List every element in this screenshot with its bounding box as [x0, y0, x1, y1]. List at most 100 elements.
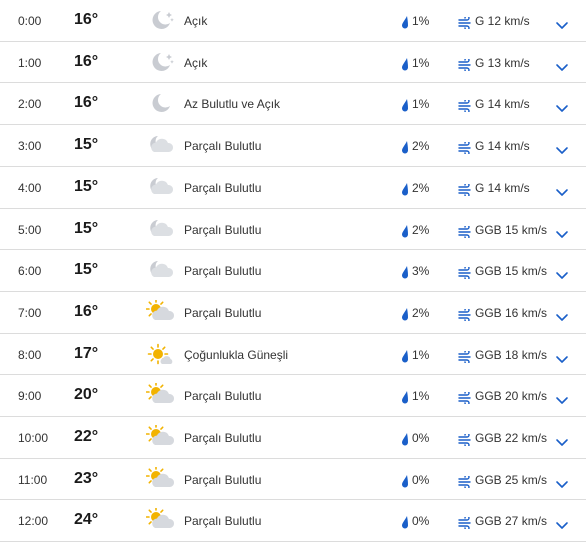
- chevron-down-icon[interactable]: [555, 18, 569, 29]
- hour-temperature: 20°: [74, 386, 99, 403]
- clear-night-icon: [146, 50, 176, 74]
- wind-icon: [458, 474, 472, 490]
- hour-row[interactable]: 12:00 24° Parçalı Bulutlu 0% GGB 27 km/s: [0, 500, 586, 542]
- hour-wind: G 14 km/s: [475, 139, 530, 153]
- partly-cloudy-day-icon: [145, 506, 176, 532]
- partly-cloudy-night-icon: [146, 217, 176, 241]
- partly-cloudy-night-icon: [146, 258, 176, 282]
- hour-precipitation: 2%: [412, 306, 430, 320]
- hour-temperature: 16°: [74, 94, 99, 111]
- hour-temperature: 15°: [74, 178, 99, 195]
- hour-condition: Parçalı Bulutlu: [184, 473, 262, 487]
- hour-time: 1:00: [18, 56, 42, 70]
- chevron-down-icon[interactable]: [555, 185, 569, 196]
- hour-condition: Parçalı Bulutlu: [184, 264, 262, 278]
- hour-wind: G 14 km/s: [475, 181, 530, 195]
- hour-condition: Parçalı Bulutlu: [184, 514, 262, 528]
- hour-temperature: 22°: [74, 428, 99, 445]
- hour-wind: GGB 27 km/s: [475, 514, 548, 528]
- raindrop-icon: [400, 349, 410, 363]
- wind-icon: [458, 265, 472, 281]
- raindrop-icon: [400, 515, 410, 529]
- raindrop-icon: [400, 140, 410, 154]
- wind-icon: [458, 307, 472, 323]
- partly-cloudy-day-icon: [145, 423, 176, 449]
- hour-condition: Parçalı Bulutlu: [184, 223, 262, 237]
- chevron-down-icon[interactable]: [555, 310, 569, 321]
- hour-row[interactable]: 11:00 23° Parçalı Bulutlu 0% GGB 25 km/s: [0, 459, 586, 500]
- raindrop-icon: [400, 432, 410, 446]
- hour-temperature: 16°: [74, 11, 99, 28]
- hour-row[interactable]: 7:00 16° Parçalı Bulutlu 2% GGB 16 km/s: [0, 292, 586, 334]
- hour-condition: Açık: [184, 14, 208, 28]
- hour-precipitation: 0%: [412, 431, 430, 445]
- chevron-down-icon[interactable]: [555, 101, 569, 112]
- hour-temperature: 16°: [74, 303, 99, 320]
- raindrop-icon: [400, 265, 410, 279]
- wind-icon: [458, 57, 472, 73]
- hour-precipitation: 0%: [412, 473, 430, 487]
- mostly-sunny-icon: [146, 342, 176, 366]
- hour-condition: Parçalı Bulutlu: [184, 389, 262, 403]
- hour-precipitation: 1%: [412, 348, 430, 362]
- hour-row[interactable]: 4:00 15° Parçalı Bulutlu 2% G 14 km/s: [0, 167, 586, 209]
- hour-time: 5:00: [18, 223, 42, 237]
- hour-precipitation: 3%: [412, 264, 430, 278]
- hour-precipitation: 2%: [412, 181, 430, 195]
- chevron-down-icon[interactable]: [555, 143, 569, 154]
- hour-row[interactable]: 3:00 15° Parçalı Bulutlu 2% G 14 km/s: [0, 125, 586, 167]
- hour-row[interactable]: 1:00 16° Açık 1% G 13 km/s: [0, 42, 586, 83]
- hour-row[interactable]: 2:00 16° Az Bulutlu ve Açık 1% G 14 km/s: [0, 83, 586, 125]
- hour-time: 11:00: [18, 473, 48, 487]
- chevron-down-icon[interactable]: [555, 60, 569, 71]
- hour-time: 8:00: [18, 348, 42, 362]
- hour-temperature: 24°: [74, 511, 99, 528]
- hour-precipitation: 2%: [412, 139, 430, 153]
- hour-wind: G 14 km/s: [475, 97, 530, 111]
- hour-row[interactable]: 0:00 16° Açık 1% G 12 km/s: [0, 0, 586, 42]
- hour-time: 3:00: [18, 139, 42, 153]
- hour-wind: GGB 18 km/s: [475, 348, 548, 362]
- partly-cloudy-night-icon: [146, 133, 176, 157]
- hour-row[interactable]: 6:00 15° Parçalı Bulutlu 3% GGB 15 km/s: [0, 250, 586, 292]
- hour-condition: Parçalı Bulutlu: [184, 431, 262, 445]
- hour-wind: GGB 15 km/s: [475, 264, 548, 278]
- chevron-down-icon[interactable]: [555, 352, 569, 363]
- raindrop-icon: [400, 474, 410, 488]
- hour-time: 12:00: [18, 514, 49, 528]
- hour-condition: Açık: [184, 56, 208, 70]
- wind-icon: [458, 15, 472, 31]
- hour-precipitation: 1%: [412, 14, 430, 28]
- hour-condition: Parçalı Bulutlu: [184, 306, 262, 320]
- chevron-down-icon[interactable]: [555, 393, 569, 404]
- chevron-down-icon[interactable]: [555, 435, 569, 446]
- hour-temperature: 23°: [74, 470, 99, 487]
- hour-time: 0:00: [18, 14, 42, 28]
- partly-cloudy-day-icon: [145, 298, 176, 324]
- wind-icon: [458, 390, 472, 406]
- partly-cloudy-night-icon: [146, 175, 176, 199]
- hour-row[interactable]: 9:00 20° Parçalı Bulutlu 1% GGB 20 km/s: [0, 375, 586, 417]
- hour-temperature: 15°: [74, 136, 99, 153]
- hour-wind: GGB 22 km/s: [475, 431, 548, 445]
- hour-row[interactable]: 5:00 15° Parçalı Bulutlu 2% GGB 15 km/s: [0, 209, 586, 250]
- hour-row[interactable]: 8:00 17° Çoğunlukla Güneşli 1% GGB 18 km…: [0, 334, 586, 375]
- wind-icon: [458, 98, 472, 114]
- chevron-down-icon[interactable]: [555, 518, 569, 529]
- hour-time: 9:00: [18, 389, 42, 403]
- wind-icon: [458, 140, 472, 156]
- hour-time: 7:00: [18, 306, 42, 320]
- hour-time: 2:00: [18, 97, 42, 111]
- raindrop-icon: [400, 390, 410, 404]
- wind-icon: [458, 432, 472, 448]
- chevron-down-icon[interactable]: [555, 227, 569, 238]
- hour-condition: Çoğunlukla Güneşli: [184, 348, 289, 362]
- hour-time: 4:00: [18, 181, 42, 195]
- hour-temperature: 16°: [74, 53, 99, 70]
- hour-condition: Parçalı Bulutlu: [184, 139, 262, 153]
- wind-icon: [458, 515, 472, 531]
- chevron-down-icon[interactable]: [555, 268, 569, 279]
- hour-wind: GGB 20 km/s: [475, 389, 548, 403]
- chevron-down-icon[interactable]: [555, 477, 569, 488]
- hour-row[interactable]: 10:00 22° Parçalı Bulutlu 0% GGB 22 km/s: [0, 417, 586, 459]
